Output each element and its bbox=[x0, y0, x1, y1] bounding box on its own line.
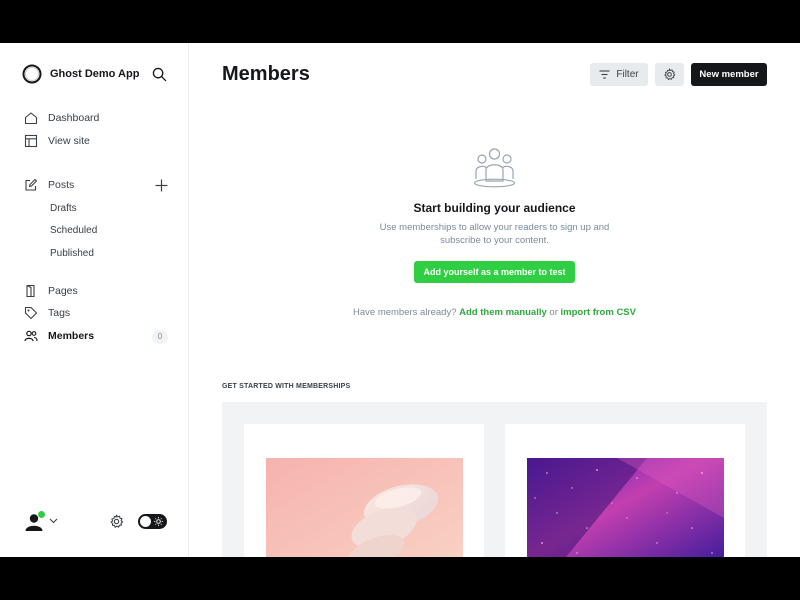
home-icon bbox=[24, 111, 38, 125]
sidebar-item-label: View site bbox=[48, 135, 90, 147]
bottom-letterbox bbox=[0, 557, 800, 600]
sidebar-item-label: Tags bbox=[48, 307, 71, 319]
sidebar: Ghost Demo App Dashboard View site Posts bbox=[0, 43, 189, 557]
empty-state-title: Start building your audience bbox=[413, 201, 576, 215]
audience-group-icon bbox=[473, 148, 516, 188]
sidebar-item-tags[interactable]: Tags bbox=[24, 304, 70, 322]
tag-icon bbox=[24, 306, 38, 320]
sun-icon bbox=[154, 517, 163, 526]
chevron-down-icon[interactable] bbox=[49, 518, 58, 524]
browser-layout-icon bbox=[24, 134, 38, 148]
sidebar-item-label: Dashboard bbox=[48, 112, 100, 124]
sidebar-subitem-drafts[interactable]: Drafts bbox=[50, 203, 77, 214]
card-image-abstract-pastel bbox=[266, 458, 463, 557]
have-members-text: Have members already? bbox=[353, 307, 457, 318]
night-mode-toggle[interactable] bbox=[138, 514, 167, 529]
top-letterbox bbox=[0, 0, 800, 43]
new-member-button[interactable]: New member bbox=[691, 63, 767, 86]
get-started-card[interactable] bbox=[505, 424, 745, 557]
import-csv-link[interactable]: import from CSV bbox=[561, 307, 636, 318]
brand[interactable]: Ghost Demo App bbox=[22, 64, 139, 84]
sidebar-item-pages[interactable]: Pages bbox=[24, 282, 78, 300]
sidebar-item-view-site[interactable]: View site bbox=[24, 132, 90, 150]
or-text: or bbox=[549, 307, 558, 318]
filter-icon bbox=[599, 70, 610, 79]
add-manually-link[interactable]: Add them manually bbox=[459, 307, 547, 318]
gear-icon[interactable] bbox=[109, 514, 124, 529]
have-members-line: Have members already? Add them manually … bbox=[222, 307, 767, 318]
get-started-cards bbox=[222, 402, 767, 557]
sidebar-item-label: Members bbox=[48, 330, 95, 342]
sidebar-item-members[interactable]: Members bbox=[24, 327, 94, 345]
sidebar-subitem-scheduled[interactable]: Scheduled bbox=[50, 225, 97, 236]
sidebar-item-dashboard[interactable]: Dashboard bbox=[24, 109, 99, 127]
section-label: GET STARTED WITH MEMBERSHIPS bbox=[222, 383, 351, 390]
members-count-badge: 0 bbox=[152, 330, 168, 344]
new-post-plus-icon[interactable] bbox=[155, 179, 168, 192]
pencil-edit-icon bbox=[24, 178, 38, 192]
brand-title: Ghost Demo App bbox=[50, 68, 140, 80]
toggle-knob bbox=[140, 516, 151, 527]
add-yourself-button[interactable]: Add yourself as a member to test bbox=[414, 261, 575, 283]
online-status-dot bbox=[38, 511, 45, 518]
brand-logo-icon bbox=[22, 64, 42, 84]
page-title: Members bbox=[222, 63, 310, 85]
sidebar-item-label: Posts bbox=[48, 179, 75, 191]
filter-label: Filter bbox=[616, 69, 639, 80]
filter-button[interactable]: Filter bbox=[590, 63, 648, 86]
card-image-purple-space bbox=[527, 458, 724, 557]
members-icon bbox=[24, 329, 38, 343]
sidebar-item-label: Pages bbox=[48, 285, 78, 297]
gear-icon bbox=[664, 68, 676, 80]
members-settings-button[interactable] bbox=[655, 63, 684, 86]
search-icon[interactable] bbox=[152, 67, 167, 82]
sidebar-item-posts[interactable]: Posts bbox=[24, 176, 74, 194]
page-icon bbox=[24, 284, 38, 298]
empty-state-description: Use memberships to allow your readers to… bbox=[379, 222, 610, 246]
sidebar-subitem-published[interactable]: Published bbox=[50, 248, 94, 259]
get-started-card[interactable] bbox=[244, 424, 484, 557]
app-window: Ghost Demo App Dashboard View site Posts bbox=[0, 43, 800, 557]
